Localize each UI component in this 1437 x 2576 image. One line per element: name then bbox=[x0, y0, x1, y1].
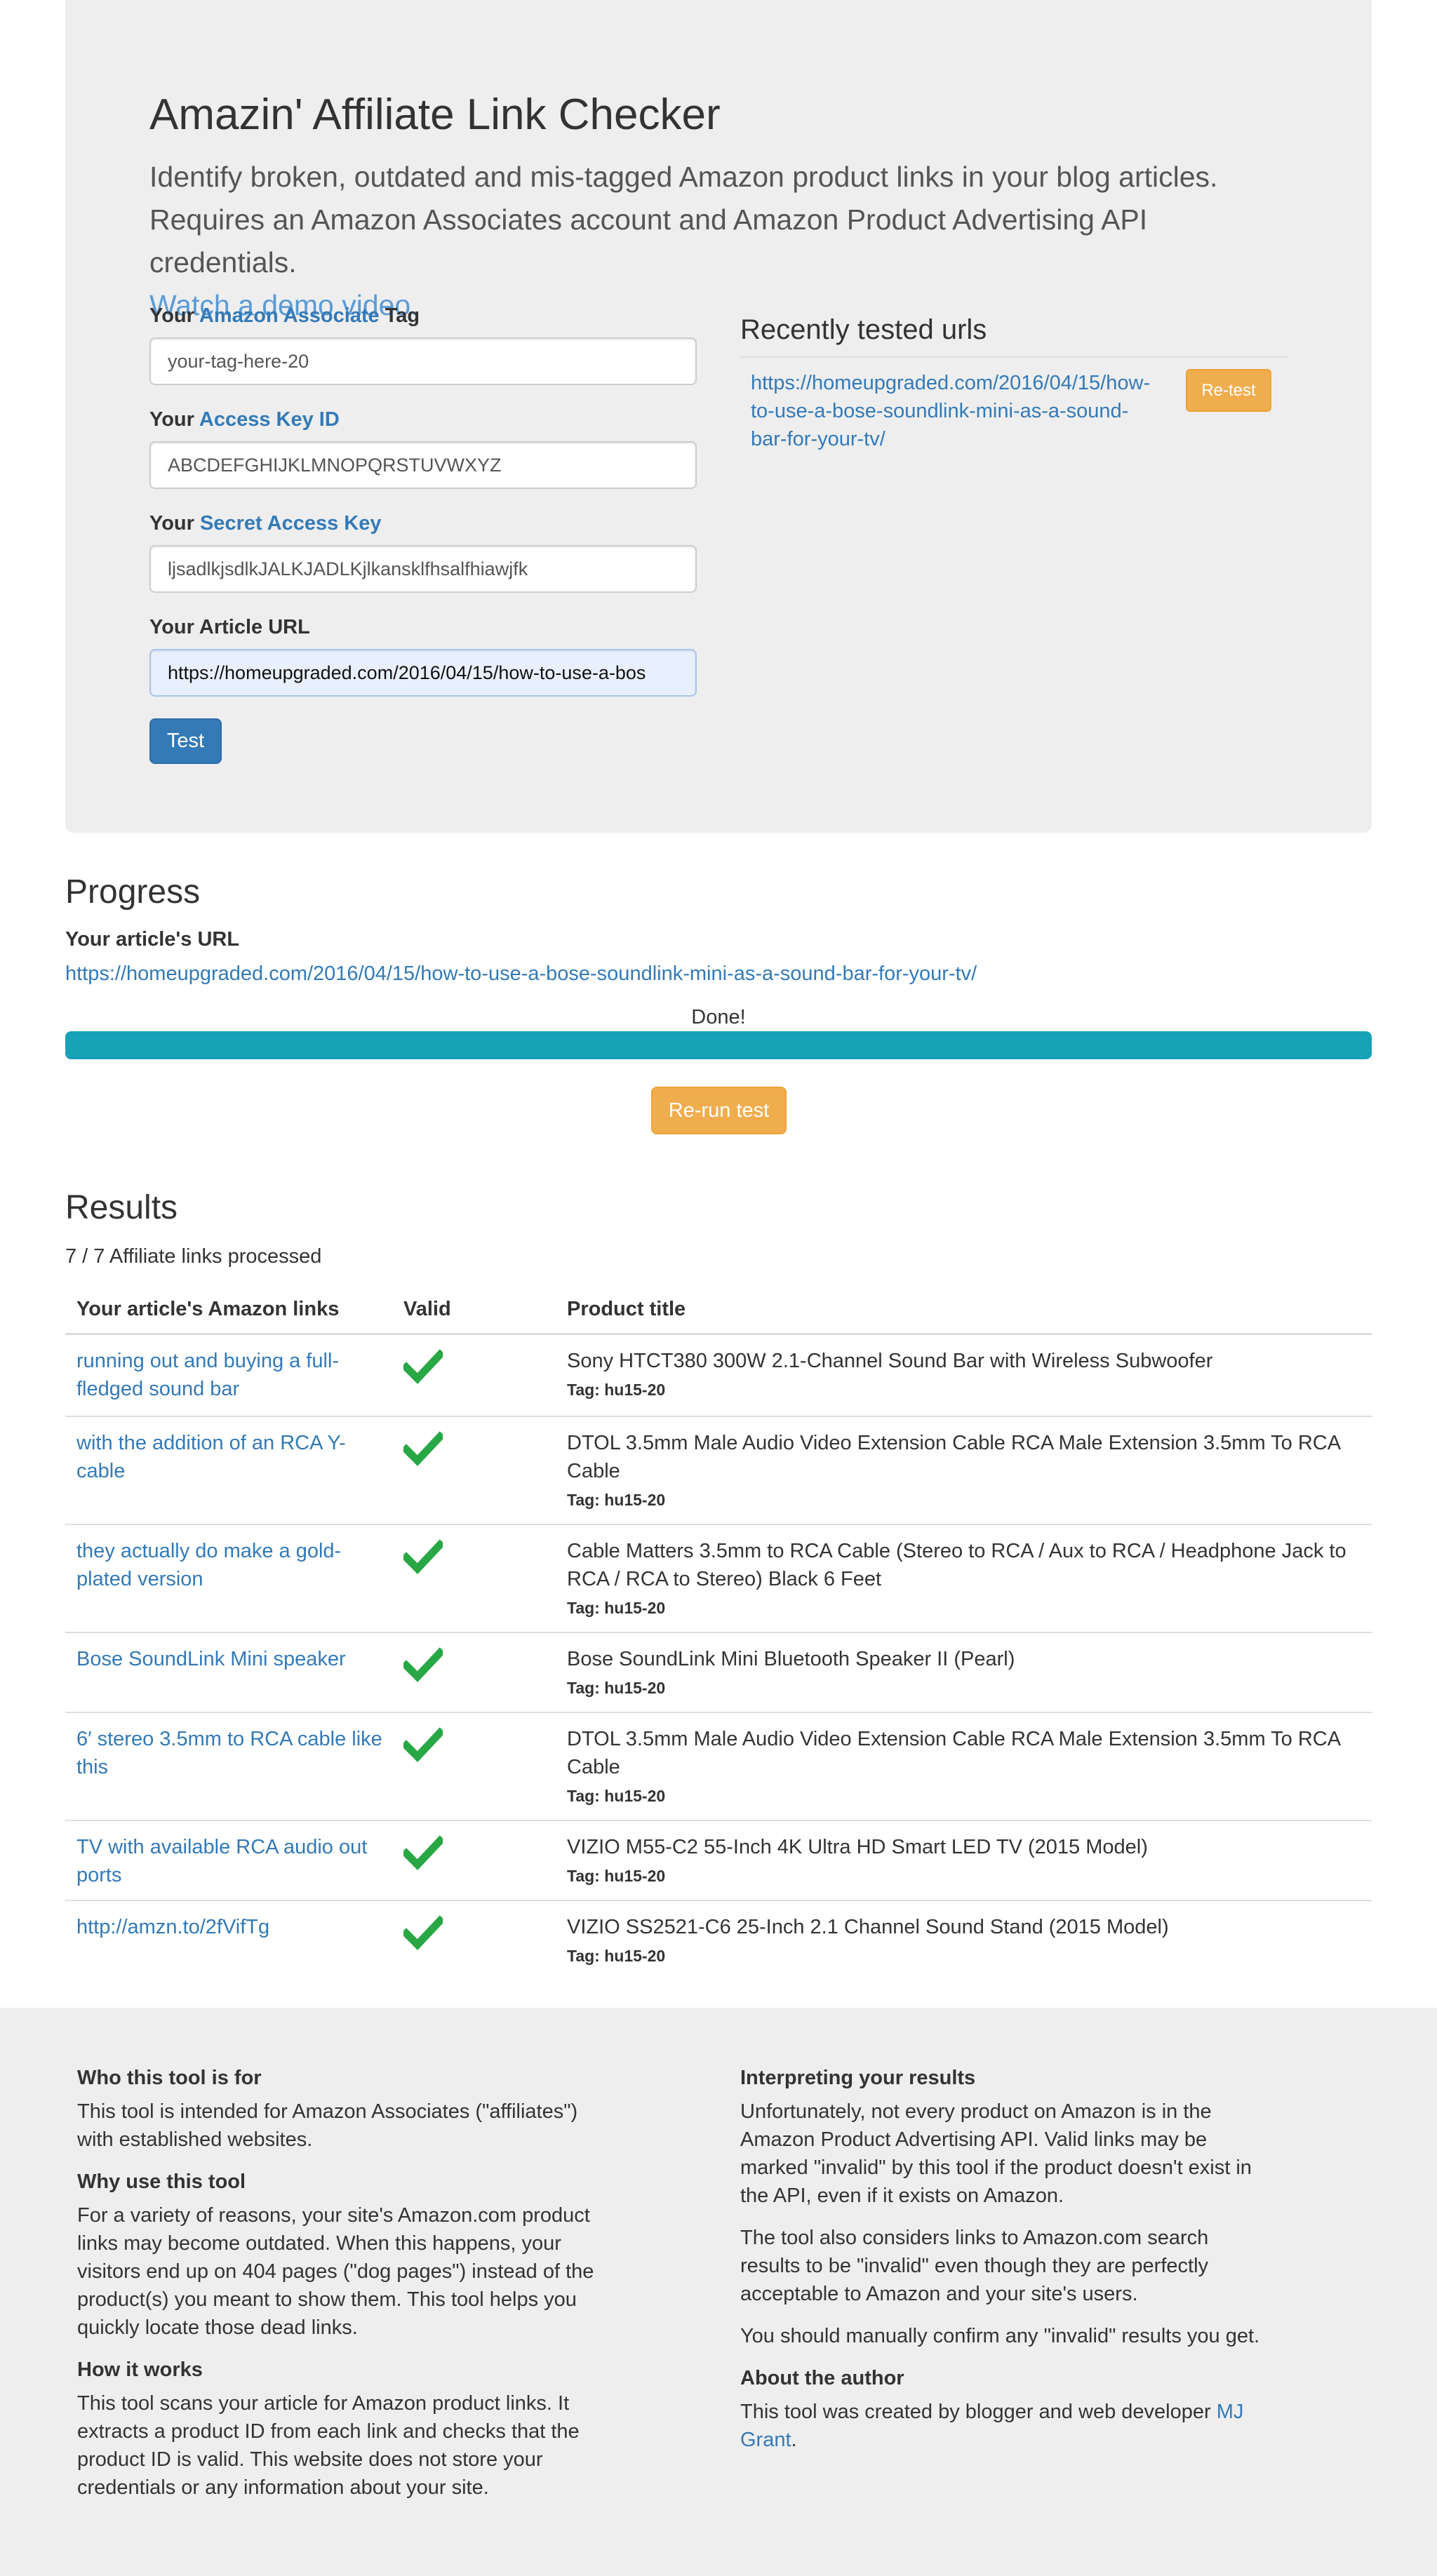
recent-url-line-1: https://homeupgraded.com/2016/04/15/how- bbox=[751, 372, 1151, 394]
table-row: http://amzn.to/2fVifTg VIZIO SS2521-C6 25… bbox=[65, 1900, 1372, 1980]
who-heading: Who this tool is for bbox=[77, 2067, 262, 2089]
recent-url-line-3: bar-for-your-tv/ bbox=[751, 428, 885, 450]
article-url-label: Your Article URL bbox=[149, 616, 310, 638]
product-title-cell: DTOL 3.5mm Male Audio Video Extension Ca… bbox=[567, 1429, 1353, 1512]
lead-line-1: Identify broken, outdated and mis-tagged… bbox=[149, 161, 1218, 193]
lead-text: Identify broken, outdated and mis-tagged… bbox=[149, 156, 1300, 327]
author-text-end: . bbox=[791, 2429, 797, 2451]
secret-access-key-link[interactable]: Secret Access Key bbox=[200, 512, 382, 535]
footer-right-column: Interpreting your results Unfortunately,… bbox=[740, 2064, 1274, 2468]
interpreting-heading: Interpreting your results bbox=[740, 2067, 976, 2089]
check-icon bbox=[401, 1647, 446, 1682]
tag-label: Your Amazon Associate Tag bbox=[149, 304, 420, 328]
access-key-id-link[interactable]: Access Key ID bbox=[199, 408, 340, 431]
table-row: TV with available RCA audio out ports VIZ… bbox=[65, 1820, 1372, 1900]
interpreting-text-1: Unfortunately, not every product on Amaz… bbox=[740, 2100, 1252, 2207]
article-link[interactable]: TV with available RCA audio out ports bbox=[76, 1833, 385, 1889]
amazon-associate-link[interactable]: Amazon Associate bbox=[199, 304, 380, 327]
article-url-link[interactable]: https://homeupgraded.com/2016/04/15/how-… bbox=[65, 962, 977, 986]
associate-tag-input[interactable]: your-tag-here-20 bbox=[149, 337, 697, 385]
column-header-links: Your article's Amazon links bbox=[76, 1298, 340, 1320]
author-heading: About the author bbox=[740, 2367, 904, 2389]
interpreting-text-3: You should manually confirm any "invalid… bbox=[740, 2325, 1260, 2347]
affiliate-tag: Tag: hu15-20 bbox=[567, 1679, 666, 1697]
product-title: Cable Matters 3.5mm to RCA Cable (Stereo… bbox=[567, 1540, 1346, 1590]
tag-label-prefix: Your bbox=[149, 304, 194, 327]
test-button[interactable]: Test bbox=[149, 718, 222, 764]
product-title-cell: Bose SoundLink Mini Bluetooth Speaker II… bbox=[567, 1645, 1353, 1700]
rerun-test-button[interactable]: Re-run test bbox=[651, 1087, 787, 1134]
footer: Who this tool is for This tool is intend… bbox=[0, 2008, 1437, 2576]
progress-bar-fill bbox=[65, 1031, 1372, 1059]
check-icon bbox=[401, 1835, 446, 1870]
table-row: with the addition of an RCA Y-cable DTOL … bbox=[65, 1416, 1372, 1524]
progress-status: Done! bbox=[691, 1006, 746, 1028]
check-icon bbox=[401, 1349, 446, 1384]
who-text: This tool is intended for Amazon Associa… bbox=[77, 2100, 578, 2151]
affiliate-tag: Tag: hu15-20 bbox=[567, 1787, 666, 1805]
how-text: This tool scans your article for Amazon … bbox=[77, 2392, 580, 2499]
product-title-cell: VIZIO M55-C2 55-Inch 4K Ultra HD Smart L… bbox=[567, 1833, 1353, 1888]
check-icon bbox=[401, 1431, 446, 1466]
product-title: Sony HTCT380 300W 2.1-Channel Sound Bar … bbox=[567, 1350, 1213, 1372]
column-header-title: Product title bbox=[567, 1298, 686, 1320]
product-title: Bose SoundLink Mini Bluetooth Speaker II… bbox=[567, 1648, 1015, 1670]
column-header-valid: Valid bbox=[403, 1298, 451, 1320]
article-link[interactable]: running out and buying a full-fledged so… bbox=[76, 1347, 385, 1403]
table-row: 6′ stereo 3.5mm to RCA cable like this DT… bbox=[65, 1712, 1372, 1820]
recent-urls-heading: Recently tested urls bbox=[740, 314, 987, 345]
retest-button[interactable]: Re-test bbox=[1186, 369, 1271, 412]
secret-key-input[interactable]: ljsadlkjsdlkJALKJADLKjlkansklfhsalfhiawj… bbox=[149, 545, 697, 593]
product-title: VIZIO SS2521-C6 25-Inch 2.1 Channel Soun… bbox=[567, 1916, 1169, 1938]
secret-key-label: Your Secret Access Key bbox=[149, 512, 381, 535]
recent-divider bbox=[740, 356, 1288, 358]
secret-key-label-prefix: Your bbox=[149, 512, 194, 535]
progress-heading: Progress bbox=[65, 873, 201, 911]
footer-left-column: Who this tool is for This tool is intend… bbox=[77, 2064, 610, 2516]
article-link[interactable]: Bose SoundLink Mini speaker bbox=[76, 1645, 385, 1673]
recent-url-line-2: to-use-a-bose-soundlink-mini-as-a-sound- bbox=[751, 400, 1129, 422]
why-text: For a variety of reasons, your site's Am… bbox=[77, 2204, 594, 2339]
how-heading: How it works bbox=[77, 2359, 203, 2381]
product-title-cell: DTOL 3.5mm Male Audio Video Extension Ca… bbox=[567, 1725, 1353, 1808]
access-key-input[interactable]: ABCDEFGHIJKLMNOPQRSTUVWXYZ bbox=[149, 441, 697, 489]
article-url-heading: Your article's URL bbox=[65, 928, 240, 951]
affiliate-tag: Tag: hu15-20 bbox=[567, 1599, 666, 1617]
affiliate-tag: Tag: hu15-20 bbox=[567, 1381, 666, 1399]
check-icon bbox=[401, 1727, 446, 1762]
links-processed-count: 7 / 7 Affiliate links processed bbox=[65, 1245, 322, 1268]
lead-line-2: Requires an Amazon Associates account an… bbox=[149, 203, 1148, 279]
results-heading: Results bbox=[65, 1189, 178, 1226]
progress-bar bbox=[65, 1031, 1372, 1059]
product-title: VIZIO M55-C2 55-Inch 4K Ultra HD Smart L… bbox=[567, 1836, 1148, 1858]
check-icon bbox=[401, 1915, 446, 1950]
check-icon bbox=[401, 1539, 446, 1574]
table-row: Bose SoundLink Mini speaker Bose SoundLin… bbox=[65, 1632, 1372, 1712]
page-title: Amazin' Affiliate Link Checker bbox=[149, 90, 721, 139]
affiliate-tag: Tag: hu15-20 bbox=[567, 1947, 666, 1965]
access-key-label-prefix: Your bbox=[149, 408, 194, 431]
access-key-label: Your Access Key ID bbox=[149, 408, 340, 431]
product-title-cell: Sony HTCT380 300W 2.1-Channel Sound Bar … bbox=[567, 1347, 1353, 1402]
product-title-cell: Cable Matters 3.5mm to RCA Cable (Stereo… bbox=[567, 1537, 1353, 1620]
tag-label-suffix: Tag bbox=[385, 304, 420, 327]
article-link[interactable]: http://amzn.to/2fVifTg bbox=[76, 1913, 385, 1941]
author-text: This tool was created by blogger and web… bbox=[740, 2398, 1274, 2454]
why-heading: Why use this tool bbox=[77, 2171, 246, 2193]
table-row: running out and buying a full-fledged so… bbox=[65, 1335, 1372, 1416]
interpreting-text-2: The tool also considers links to Amazon.… bbox=[740, 2227, 1209, 2305]
article-link[interactable]: they actually do make a gold-plated vers… bbox=[76, 1537, 385, 1593]
author-text-body: This tool was created by blogger and web… bbox=[740, 2401, 1211, 2423]
table-row: they actually do make a gold-plated vers… bbox=[65, 1524, 1372, 1632]
recent-url-link[interactable]: https://homeupgraded.com/2016/04/15/how-… bbox=[751, 369, 1172, 453]
affiliate-tag: Tag: hu15-20 bbox=[567, 1867, 666, 1885]
article-link[interactable]: 6′ stereo 3.5mm to RCA cable like this bbox=[76, 1725, 385, 1781]
product-title: DTOL 3.5mm Male Audio Video Extension Ca… bbox=[567, 1432, 1340, 1482]
article-url-input[interactable]: https://homeupgraded.com/2016/04/15/how-… bbox=[149, 649, 697, 697]
product-title-cell: VIZIO SS2521-C6 25-Inch 2.1 Channel Soun… bbox=[567, 1913, 1353, 1968]
affiliate-tag: Tag: hu15-20 bbox=[567, 1491, 666, 1509]
article-link[interactable]: with the addition of an RCA Y-cable bbox=[76, 1429, 385, 1485]
product-title: DTOL 3.5mm Male Audio Video Extension Ca… bbox=[567, 1728, 1340, 1778]
